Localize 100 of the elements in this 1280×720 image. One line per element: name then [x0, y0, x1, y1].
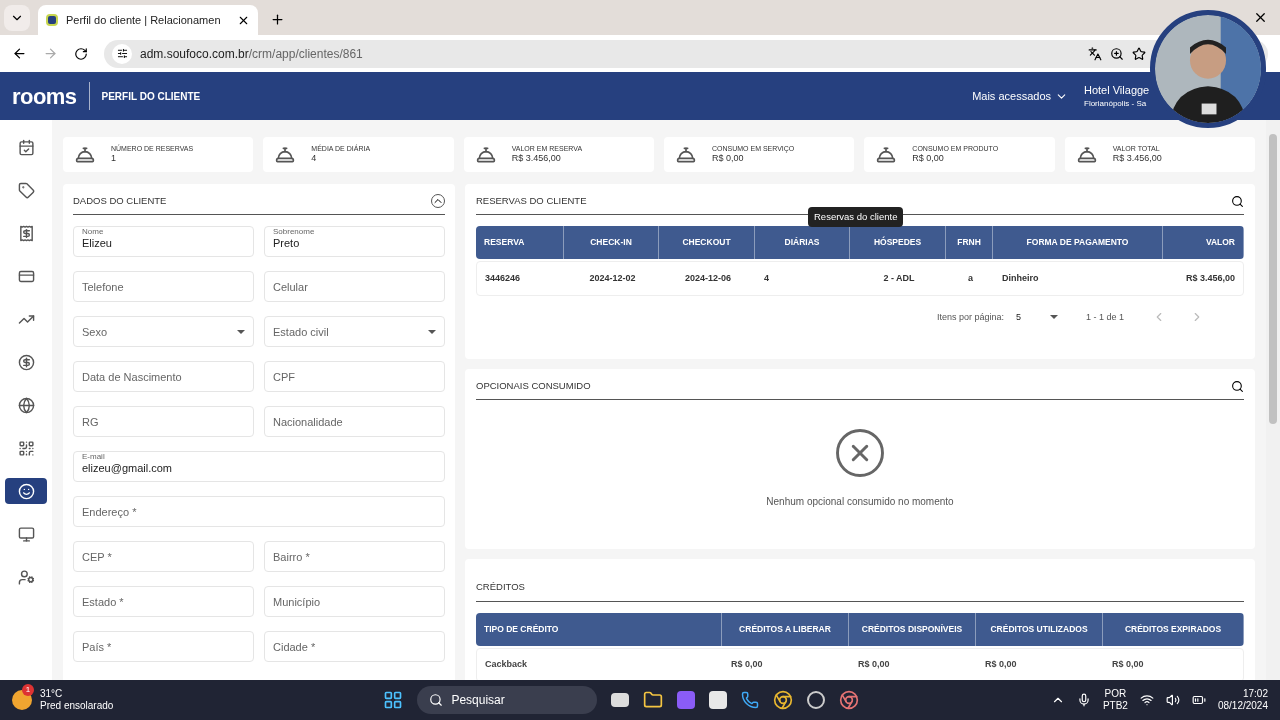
input-field[interactable]: Celular: [264, 271, 445, 303]
scrollbar[interactable]: [1266, 120, 1280, 680]
input-field[interactable]: E-mail elizeu@gmail.com: [73, 451, 445, 483]
site-settings-icon[interactable]: [112, 43, 132, 64]
input-field[interactable]: CEP *: [73, 541, 254, 573]
dropdown-arrow-icon: [237, 329, 245, 334]
globe-icon: [17, 396, 35, 414]
most-accessed-menu[interactable]: Mais acessados: [972, 87, 1068, 105]
table-cell-text: Dinheiro: [1001, 272, 1040, 285]
app-icon[interactable]: [709, 691, 728, 709]
field-placeholder: Cidade *: [273, 639, 316, 655]
dollar-icon: [17, 353, 35, 371]
column-header: RESERVA: [476, 226, 564, 260]
field-label: Sobrenome: [271, 228, 317, 237]
clock-date: 08/12/2024: [1217, 700, 1268, 713]
tab-list-button[interactable]: [4, 5, 30, 31]
table-cell-text: a: [967, 272, 974, 285]
input-field[interactable]: Data de Nascimento: [73, 361, 254, 393]
table-cell-text: R$ 3.456,00: [1184, 272, 1236, 285]
app-icon[interactable]: [807, 691, 826, 709]
stat-value: R$ 0,00: [912, 153, 945, 165]
clock-time: 17:02: [1242, 687, 1268, 700]
field-placeholder: Nacionalidade: [273, 414, 343, 430]
input-field[interactable]: Nome Elizeu: [73, 226, 254, 258]
phone-icon[interactable]: [741, 691, 760, 709]
table-cell-text: R$ 0,00: [1111, 658, 1145, 672]
stat-value: R$ 0,00: [712, 153, 745, 165]
input-field[interactable]: CPF: [264, 361, 445, 393]
column-header: FRNH: [946, 226, 993, 260]
tab-title: Perfil do cliente | Relacionamen: [66, 12, 222, 28]
column-header: CRÉDITOS UTILIZADOS: [976, 613, 1103, 646]
input-field[interactable]: RG: [73, 406, 254, 438]
column-header: CRÉDITOS A LIBERAR: [722, 613, 849, 646]
field-placeholder: Município: [273, 594, 321, 610]
input-field[interactable]: Sobrenome Preto: [264, 226, 445, 258]
browser-icon[interactable]: [839, 690, 860, 710]
search-icon[interactable]: [1231, 194, 1244, 208]
wifi-icon[interactable]: [1139, 693, 1154, 707]
table-cell-text: 4: [763, 272, 770, 285]
field-placeholder: Estado *: [82, 594, 124, 610]
section-title: CRÉDITOS: [476, 581, 525, 592]
per-page-label: Itens por página:: [936, 310, 1004, 324]
field-placeholder: CEP *: [82, 549, 112, 565]
close-icon[interactable]: [1253, 10, 1268, 25]
column-header: TIPO DE CRÉDITO: [476, 613, 722, 646]
receipt-icon: [17, 224, 35, 242]
input-field[interactable]: Cidade *: [264, 631, 445, 663]
field-placeholder: Celular: [273, 279, 308, 295]
input-field[interactable]: País *: [73, 631, 254, 663]
reload-icon[interactable]: [74, 46, 88, 61]
translate-icon[interactable]: [1088, 46, 1102, 61]
field-placeholder: Data de Nascimento: [82, 369, 182, 385]
stat-value: 4: [311, 153, 318, 165]
zoom-icon[interactable]: [1110, 46, 1124, 61]
table-cell-text: R$ 0,00: [857, 658, 891, 672]
search-icon[interactable]: [1231, 379, 1244, 393]
microphone-icon[interactable]: [1076, 693, 1091, 707]
column-header: FORMA DE PAGAMENTO: [993, 226, 1163, 260]
sidebar-item[interactable]: [5, 478, 47, 504]
stat-value: 1: [111, 153, 117, 165]
volume-icon[interactable]: [1165, 693, 1180, 707]
table-cell-text: 3446246: [484, 272, 522, 285]
folder-icon[interactable]: [643, 690, 664, 710]
field-value: elizeu@gmail.com: [82, 461, 173, 476]
bookmark-icon[interactable]: [1132, 46, 1146, 61]
stat-value: R$ 3.456,00: [511, 153, 562, 165]
taskbar-search[interactable]: Pesquisar: [417, 686, 598, 714]
back-icon[interactable]: [12, 46, 27, 61]
weather-text: Pred ensolarado: [40, 700, 114, 713]
smile-icon: [17, 482, 35, 500]
input-field[interactable]: Estado *: [73, 586, 254, 618]
new-tab-icon[interactable]: [270, 12, 285, 27]
table-cell-text: 2 - ADL: [882, 272, 916, 285]
column-header: CHECK-IN: [564, 226, 659, 260]
address-bar[interactable]: adm.soufoco.com.br/crm/app/clientes/861: [104, 39, 1268, 68]
weather-icon[interactable]: [12, 690, 32, 710]
column-header: HÓSPEDES: [850, 226, 946, 260]
browser-tab[interactable]: Perfil do cliente | Relacionamen: [38, 5, 258, 35]
input-field[interactable]: Município: [264, 586, 445, 618]
select-field[interactable]: Estado civil: [264, 316, 445, 348]
task-view-icon[interactable]: [611, 693, 630, 707]
monitor-icon: [17, 525, 35, 543]
input-field[interactable]: Nacionalidade: [264, 406, 445, 438]
select-field[interactable]: Sexo: [73, 316, 254, 348]
browser-icon[interactable]: [773, 690, 794, 710]
input-field[interactable]: Bairro *: [264, 541, 445, 573]
tag-icon: [17, 181, 35, 199]
section-title: OPCIONAIS CONSUMIDO: [476, 379, 591, 393]
column-header: CRÉDITOS EXPIRADOS: [1103, 613, 1244, 646]
language-text: POR: [1104, 687, 1127, 700]
per-page-select[interactable]: 5: [1015, 310, 1058, 324]
keyboard-layout-text: PTB2: [1102, 700, 1128, 713]
start-icon[interactable]: [383, 690, 404, 710]
battery-icon[interactable]: [1191, 693, 1206, 707]
table-cell-text: R$ 0,00: [984, 658, 1018, 672]
notification-badge: 1: [22, 684, 34, 696]
user-settings-icon: [17, 568, 35, 586]
input-field[interactable]: Endereço *: [73, 496, 445, 528]
input-field[interactable]: Telefone: [73, 271, 254, 303]
url-text: adm.soufoco.com.br/crm/app/clientes/861: [140, 45, 363, 63]
